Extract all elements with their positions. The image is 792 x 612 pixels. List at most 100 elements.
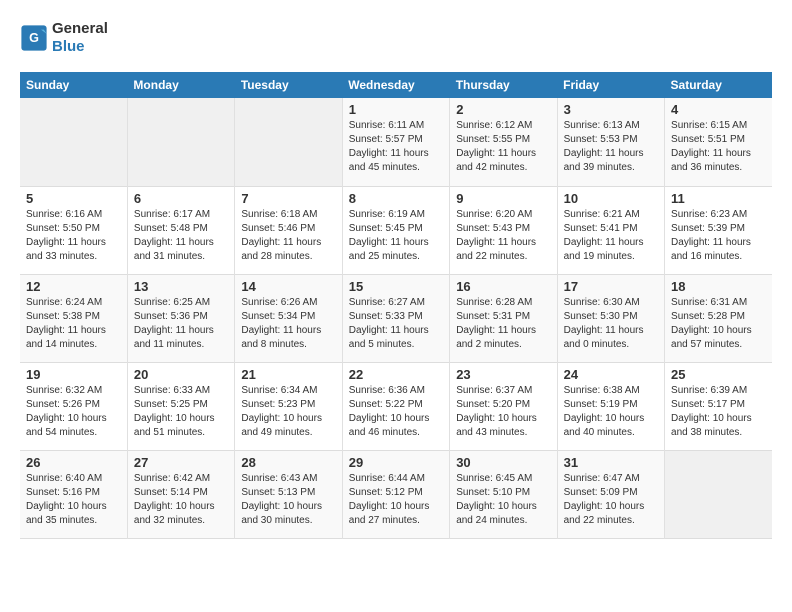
day-number: 1 xyxy=(349,102,443,117)
day-cell: 21 Sunrise: 6:34 AMSunset: 5:23 PMDayligh… xyxy=(235,362,342,450)
day-cell: 9 Sunrise: 6:20 AMSunset: 5:43 PMDaylight… xyxy=(450,186,557,274)
day-info: Sunrise: 6:30 AMSunset: 5:30 PMDaylight:… xyxy=(564,296,658,352)
col-header-monday: Monday xyxy=(127,72,234,98)
day-cell: 8 Sunrise: 6:19 AMSunset: 5:45 PMDaylight… xyxy=(342,186,449,274)
day-number: 5 xyxy=(26,191,121,206)
day-number: 31 xyxy=(564,455,658,470)
day-number: 14 xyxy=(241,279,335,294)
day-cell: 4Sunrise: 6:15 AMSunset: 5:51 PMDaylight… xyxy=(665,98,772,186)
day-cell: 14Sunrise: 6:26 AMSunset: 5:34 PMDayligh… xyxy=(235,274,342,362)
day-cell: 29 Sunrise: 6:44 AMSunset: 5:12 PMDayligh… xyxy=(342,450,449,538)
day-info: Sunrise: 6:13 AMSunset: 5:53 PMDaylight:… xyxy=(564,119,658,175)
day-cell: 3 Sunrise: 6:13 AMSunset: 5:53 PMDaylight… xyxy=(557,98,664,186)
day-cell: 24Sunrise: 6:38 AMSunset: 5:19 PMDayligh… xyxy=(557,362,664,450)
day-number: 8 xyxy=(349,191,443,206)
day-info: Sunrise: 6:27 AMSunset: 5:33 PMDaylight:… xyxy=(349,296,443,352)
day-info: Sunrise: 6:44 AMSunset: 5:12 PMDaylight:… xyxy=(349,472,443,528)
day-info: Sunrise: 6:24 AMSunset: 5:38 PMDaylight:… xyxy=(26,296,121,352)
day-cell: 11Sunrise: 6:23 AMSunset: 5:39 PMDayligh… xyxy=(665,186,772,274)
day-info: Sunrise: 6:23 AMSunset: 5:39 PMDaylight:… xyxy=(671,208,766,264)
week-row: 19 Sunrise: 6:32 AMSunset: 5:26 PMDayligh… xyxy=(20,362,772,450)
day-info: Sunrise: 6:45 AMSunset: 5:10 PMDaylight:… xyxy=(456,472,550,528)
day-cell: 7 Sunrise: 6:18 AMSunset: 5:46 PMDaylight… xyxy=(235,186,342,274)
day-number: 28 xyxy=(241,455,335,470)
day-number: 24 xyxy=(564,367,658,382)
day-info: Sunrise: 6:42 AMSunset: 5:14 PMDaylight:… xyxy=(134,472,228,528)
day-cell: 30 Sunrise: 6:45 AMSunset: 5:10 PMDayligh… xyxy=(450,450,557,538)
day-info: Sunrise: 6:11 AMSunset: 5:57 PMDaylight:… xyxy=(349,119,443,175)
day-info: Sunrise: 6:39 AMSunset: 5:17 PMDaylight:… xyxy=(671,384,766,440)
day-cell: 25 Sunrise: 6:39 AMSunset: 5:17 PMDayligh… xyxy=(665,362,772,450)
day-info: Sunrise: 6:19 AMSunset: 5:45 PMDaylight:… xyxy=(349,208,443,264)
day-cell: 18 Sunrise: 6:31 AMSunset: 5:28 PMDayligh… xyxy=(665,274,772,362)
day-cell: 10Sunrise: 6:21 AMSunset: 5:41 PMDayligh… xyxy=(557,186,664,274)
logo: G General Blue xyxy=(20,20,108,56)
day-number: 22 xyxy=(349,367,443,382)
day-info: Sunrise: 6:47 AMSunset: 5:09 PMDaylight:… xyxy=(564,472,658,528)
day-number: 29 xyxy=(349,455,443,470)
day-number: 18 xyxy=(671,279,766,294)
day-cell xyxy=(127,98,234,186)
day-cell: 28Sunrise: 6:43 AMSunset: 5:13 PMDayligh… xyxy=(235,450,342,538)
day-cell: 12 Sunrise: 6:24 AMSunset: 5:38 PMDayligh… xyxy=(20,274,127,362)
day-info: Sunrise: 6:25 AMSunset: 5:36 PMDaylight:… xyxy=(134,296,228,352)
day-number: 3 xyxy=(564,102,658,117)
day-info: Sunrise: 6:34 AMSunset: 5:23 PMDaylight:… xyxy=(241,384,335,440)
day-number: 7 xyxy=(241,191,335,206)
col-header-sunday: Sunday xyxy=(20,72,127,98)
svg-text:G: G xyxy=(29,31,39,45)
col-header-wednesday: Wednesday xyxy=(342,72,449,98)
day-info: Sunrise: 6:28 AMSunset: 5:31 PMDaylight:… xyxy=(456,296,550,352)
day-number: 13 xyxy=(134,279,228,294)
day-number: 2 xyxy=(456,102,550,117)
week-row: 5 Sunrise: 6:16 AMSunset: 5:50 PMDaylight… xyxy=(20,186,772,274)
day-cell: 17 Sunrise: 6:30 AMSunset: 5:30 PMDayligh… xyxy=(557,274,664,362)
day-cell xyxy=(665,450,772,538)
day-cell: 27 Sunrise: 6:42 AMSunset: 5:14 PMDayligh… xyxy=(127,450,234,538)
calendar-table: SundayMondayTuesdayWednesdayThursdayFrid… xyxy=(20,72,772,539)
day-number: 6 xyxy=(134,191,228,206)
day-cell: 22 Sunrise: 6:36 AMSunset: 5:22 PMDayligh… xyxy=(342,362,449,450)
day-info: Sunrise: 6:32 AMSunset: 5:26 PMDaylight:… xyxy=(26,384,121,440)
day-number: 12 xyxy=(26,279,121,294)
day-cell xyxy=(235,98,342,186)
day-info: Sunrise: 6:18 AMSunset: 5:46 PMDaylight:… xyxy=(241,208,335,264)
day-number: 30 xyxy=(456,455,550,470)
day-number: 21 xyxy=(241,367,335,382)
day-cell: 23 Sunrise: 6:37 AMSunset: 5:20 PMDayligh… xyxy=(450,362,557,450)
week-row: 26 Sunrise: 6:40 AMSunset: 5:16 PMDayligh… xyxy=(20,450,772,538)
day-number: 4 xyxy=(671,102,766,117)
header-row: SundayMondayTuesdayWednesdayThursdayFrid… xyxy=(20,72,772,98)
day-cell: 31 Sunrise: 6:47 AMSunset: 5:09 PMDayligh… xyxy=(557,450,664,538)
col-header-thursday: Thursday xyxy=(450,72,557,98)
day-number: 17 xyxy=(564,279,658,294)
col-header-saturday: Saturday xyxy=(665,72,772,98)
day-number: 25 xyxy=(671,367,766,382)
day-number: 27 xyxy=(134,455,228,470)
day-info: Sunrise: 6:40 AMSunset: 5:16 PMDaylight:… xyxy=(26,472,121,528)
day-info: Sunrise: 6:31 AMSunset: 5:28 PMDaylight:… xyxy=(671,296,766,352)
col-header-tuesday: Tuesday xyxy=(235,72,342,98)
day-info: Sunrise: 6:36 AMSunset: 5:22 PMDaylight:… xyxy=(349,384,443,440)
day-info: Sunrise: 6:21 AMSunset: 5:41 PMDaylight:… xyxy=(564,208,658,264)
day-number: 23 xyxy=(456,367,550,382)
day-cell xyxy=(20,98,127,186)
day-cell: 20Sunrise: 6:33 AMSunset: 5:25 PMDayligh… xyxy=(127,362,234,450)
page-header: G General Blue xyxy=(20,20,772,56)
day-number: 9 xyxy=(456,191,550,206)
day-cell: 13 Sunrise: 6:25 AMSunset: 5:36 PMDayligh… xyxy=(127,274,234,362)
day-cell: 19 Sunrise: 6:32 AMSunset: 5:26 PMDayligh… xyxy=(20,362,127,450)
day-info: Sunrise: 6:37 AMSunset: 5:20 PMDaylight:… xyxy=(456,384,550,440)
day-cell: 2Sunrise: 6:12 AMSunset: 5:55 PMDaylight… xyxy=(450,98,557,186)
day-number: 26 xyxy=(26,455,121,470)
day-info: Sunrise: 6:16 AMSunset: 5:50 PMDaylight:… xyxy=(26,208,121,264)
day-info: Sunrise: 6:20 AMSunset: 5:43 PMDaylight:… xyxy=(456,208,550,264)
day-number: 19 xyxy=(26,367,121,382)
day-cell: 26 Sunrise: 6:40 AMSunset: 5:16 PMDayligh… xyxy=(20,450,127,538)
day-info: Sunrise: 6:33 AMSunset: 5:25 PMDaylight:… xyxy=(134,384,228,440)
col-header-friday: Friday xyxy=(557,72,664,98)
day-cell: 6 Sunrise: 6:17 AMSunset: 5:48 PMDaylight… xyxy=(127,186,234,274)
day-number: 15 xyxy=(349,279,443,294)
day-cell: 5 Sunrise: 6:16 AMSunset: 5:50 PMDaylight… xyxy=(20,186,127,274)
day-info: Sunrise: 6:17 AMSunset: 5:48 PMDaylight:… xyxy=(134,208,228,264)
